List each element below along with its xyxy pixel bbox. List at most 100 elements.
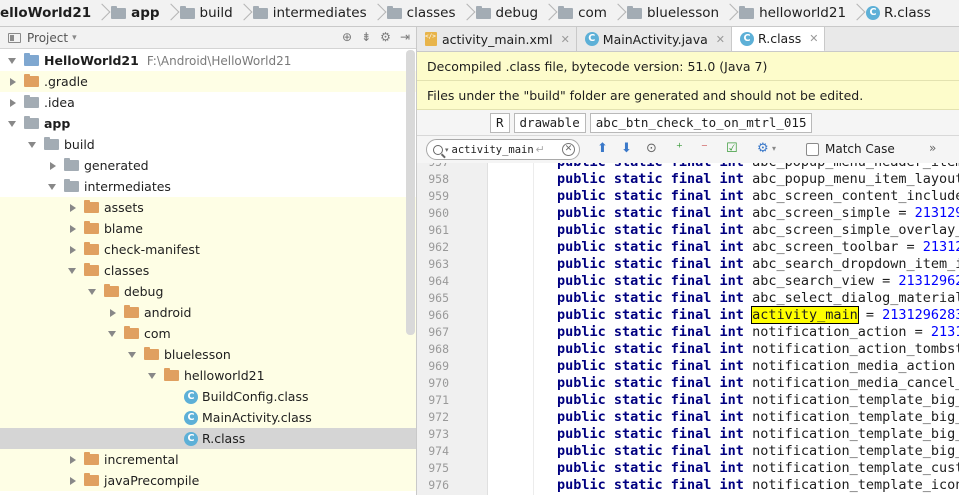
code-line[interactable]: 961 public static final int abc_screen_si… <box>417 222 959 239</box>
editor-tab[interactable]: C R.class ✕ <box>731 27 826 51</box>
editor-tab[interactable]: C MainActivity.java ✕ <box>577 27 732 51</box>
history-dropdown-icon[interactable]: ▾ <box>445 146 449 154</box>
expand-arrow-icon[interactable] <box>66 264 80 278</box>
match-case-checkbox[interactable] <box>806 142 819 156</box>
editor-tab[interactable]: activity_main.xml ✕ <box>417 27 577 51</box>
tree-item[interactable]: classes <box>0 260 416 281</box>
tree-item[interactable]: C MainActivity.class <box>0 407 416 428</box>
code-line[interactable]: 958 public static final int abc_popup_men… <box>417 171 959 188</box>
collapse-arrow-icon[interactable] <box>106 306 120 320</box>
breadcrumb-item[interactable]: app <box>95 0 163 26</box>
breadcrumb-item[interactable]: intermediates <box>237 0 371 26</box>
tree-item[interactable]: bluelesson <box>0 344 416 365</box>
breadcrumb-item[interactable]: classes <box>371 0 460 26</box>
collapse-arrow-icon[interactable] <box>46 159 60 173</box>
code-line[interactable]: 965 public static final int abc_select_di… <box>417 290 959 307</box>
code-editor[interactable]: 957 public static final int abc_popup_men… <box>417 163 959 495</box>
expand-arrow-icon[interactable] <box>26 138 40 152</box>
collapse-arrow-icon[interactable] <box>66 243 80 257</box>
expand-arrow-icon[interactable] <box>46 180 60 194</box>
add-occurrence-icon[interactable]: ⁺ <box>676 141 683 157</box>
code-line[interactable]: 968 public static final int notification_… <box>417 341 959 358</box>
code-line[interactable]: 972 public static final int notification_… <box>417 409 959 426</box>
code-line[interactable]: 970 public static final int notification_… <box>417 375 959 392</box>
clear-search-icon[interactable]: ✕ <box>562 143 575 156</box>
tree-item[interactable]: com <box>0 323 416 344</box>
code-line[interactable]: 960 public static final int abc_screen_si… <box>417 205 959 222</box>
project-panel-title[interactable]: Project <box>27 31 68 45</box>
code-line[interactable]: 967 public static final int notification_… <box>417 324 959 341</box>
breadcrumb-item[interactable]: C R.class <box>850 0 935 26</box>
newline-icon[interactable]: ↵ <box>536 143 545 156</box>
tree-item[interactable]: debug <box>0 281 416 302</box>
tree-item[interactable]: C BuildConfig.class <box>0 386 416 407</box>
sync-icon[interactable]: ⊕ <box>342 30 352 44</box>
tree-item[interactable]: helloworld21 <box>0 365 416 386</box>
breadcrumb-item[interactable]: elloWorld21 <box>0 0 95 26</box>
collapse-arrow-icon[interactable] <box>6 96 20 110</box>
structure-nav-item[interactable]: abc_btn_check_to_on_mtrl_015 <box>589 112 813 133</box>
tree-item[interactable]: .gradle <box>0 71 416 92</box>
expand-arrow-icon[interactable] <box>6 117 20 131</box>
expand-arrow-icon[interactable] <box>106 327 120 341</box>
code-line[interactable]: 964 public static final int abc_search_vi… <box>417 273 959 290</box>
structure-nav-item[interactable]: R <box>490 112 510 133</box>
code-line[interactable]: 959 public static final int abc_screen_co… <box>417 188 959 205</box>
find-all-icon[interactable]: ⊙ <box>646 141 657 157</box>
previous-occurrence-icon[interactable]: ⬆ <box>597 141 608 157</box>
hide-panel-icon[interactable]: ⇥ <box>400 30 410 44</box>
code-line[interactable]: 957 public static final int abc_popup_men… <box>417 163 959 171</box>
tree-item[interactable]: HelloWorld21 F:\Android\HelloWorld21 <box>0 50 416 71</box>
tree-item[interactable]: android <box>0 302 416 323</box>
code-line[interactable]: 975 public static final int notification_… <box>417 460 959 477</box>
collapse-arrow-icon[interactable] <box>66 222 80 236</box>
code-line[interactable]: 976 public static final int notification_… <box>417 477 959 494</box>
next-occurrence-icon[interactable]: ⬇ <box>621 141 632 157</box>
code-line[interactable]: 973 public static final int notification_… <box>417 426 959 443</box>
code-line[interactable]: 974 public static final int notification_… <box>417 443 959 460</box>
collapse-arrow-icon[interactable] <box>66 201 80 215</box>
select-all-occurrences-icon[interactable]: ☑ <box>726 141 738 157</box>
code-line[interactable]: 963 public static final int abc_search_dr… <box>417 256 959 273</box>
tree-item[interactable]: .idea <box>0 92 416 113</box>
search-input[interactable] <box>451 143 534 156</box>
breadcrumb-item[interactable]: debug <box>460 0 543 26</box>
collapse-all-icon[interactable]: ⇟ <box>361 30 371 44</box>
chevron-down-icon[interactable]: ▾ <box>72 33 77 43</box>
expand-arrow-icon[interactable] <box>146 369 160 383</box>
tree-scrollbar[interactable] <box>406 50 415 335</box>
remove-occurrence-icon[interactable]: ⁻ <box>701 141 708 157</box>
code-line[interactable]: 971 public static final int notification_… <box>417 392 959 409</box>
tree-item[interactable]: blame <box>0 218 416 239</box>
structure-nav-item[interactable]: drawable <box>513 112 586 133</box>
tree-item[interactable]: app <box>0 113 416 134</box>
settings-icon[interactable]: ⚙ <box>380 30 391 44</box>
collapse-arrow-icon[interactable] <box>66 474 80 488</box>
search-box[interactable]: ▾ ↵ ✕ <box>426 139 580 160</box>
tree-item[interactable]: generated <box>0 155 416 176</box>
collapse-arrow-icon[interactable] <box>66 453 80 467</box>
more-options-icon[interactable]: » <box>929 141 936 155</box>
expand-arrow-icon[interactable] <box>6 54 20 68</box>
search-icon[interactable] <box>433 144 443 155</box>
match-case-option[interactable]: Match Case <box>806 142 895 156</box>
close-tab-icon[interactable]: ✕ <box>716 33 725 46</box>
tree-item[interactable]: check-manifest <box>0 239 416 260</box>
close-tab-icon[interactable]: ✕ <box>561 33 570 46</box>
collapse-arrow-icon[interactable] <box>6 75 20 89</box>
tree-item[interactable]: javaPrecompile <box>0 470 416 491</box>
tree-item[interactable]: build <box>0 134 416 155</box>
breadcrumb-item[interactable]: helloworld21 <box>723 0 850 26</box>
code-line[interactable]: 966 public static final int activity_main… <box>417 306 959 324</box>
code-line[interactable]: 969 public static final int notification_… <box>417 358 959 375</box>
tree-item[interactable]: incremental <box>0 449 416 470</box>
close-tab-icon[interactable]: ✕ <box>809 32 818 45</box>
breadcrumb-item[interactable]: com <box>542 0 611 26</box>
breadcrumb-item[interactable]: build <box>164 0 237 26</box>
expand-arrow-icon[interactable] <box>126 348 140 362</box>
settings-dropdown-icon[interactable]: ▾ <box>772 141 776 157</box>
filter-settings-icon[interactable]: ⚙ <box>757 141 769 157</box>
tree-item[interactable]: assets <box>0 197 416 218</box>
expand-arrow-icon[interactable] <box>86 285 100 299</box>
tree-item[interactable]: C R.class <box>0 428 416 449</box>
